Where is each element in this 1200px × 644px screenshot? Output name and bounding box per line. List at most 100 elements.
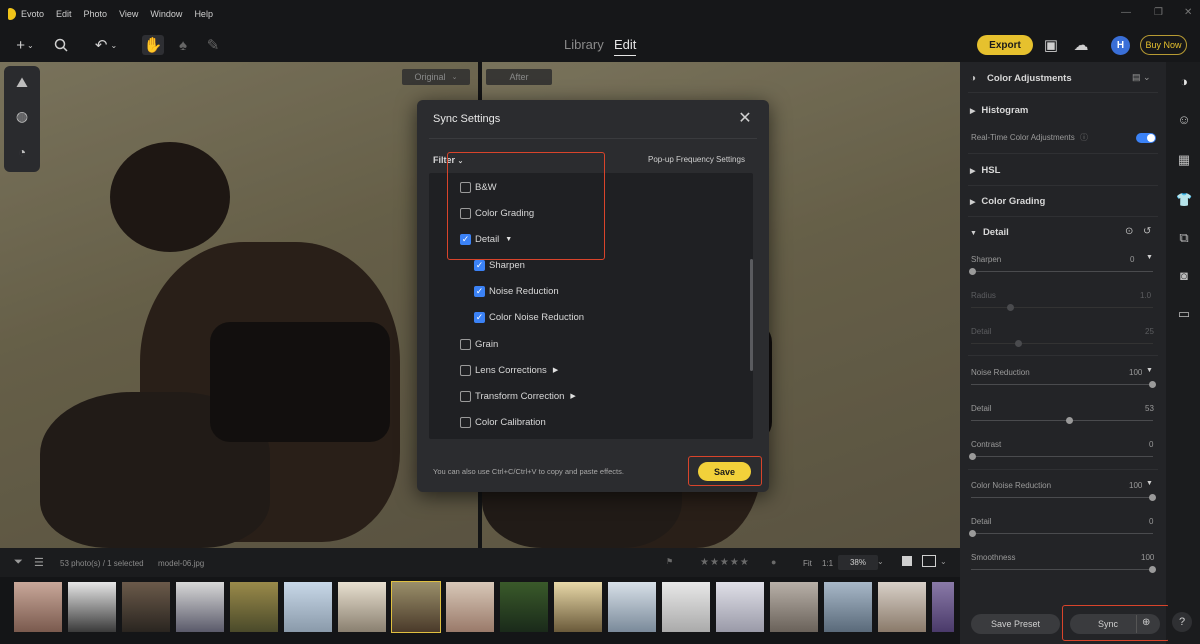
folder-icon[interactable]: ▭ <box>1176 306 1192 322</box>
thumbnail[interactable] <box>68 582 116 632</box>
checkbox-checked[interactable]: ✓ <box>474 311 485 323</box>
thumbnail[interactable] <box>122 582 170 632</box>
save-preset-button[interactable]: Save Preset <box>971 614 1060 634</box>
one-to-one-button[interactable]: 1:1 <box>822 559 833 568</box>
zoom-select[interactable]: 38% <box>838 555 878 570</box>
detail-section[interactable]: ▼ Detail <box>970 227 1009 238</box>
undo-icon[interactable]: ↶ ⌄ <box>90 35 122 55</box>
brush-icon[interactable]: ✎ <box>202 35 224 55</box>
thumbnail[interactable] <box>500 582 548 632</box>
cnr-detail-value[interactable]: 0 <box>1149 517 1153 526</box>
slider-knob[interactable] <box>969 530 976 537</box>
sync-settings-icon[interactable]: ⊕ <box>1142 617 1150 628</box>
thumbnail[interactable] <box>878 582 926 632</box>
menu-app-name[interactable]: Evoto <box>21 9 44 19</box>
filter-icon[interactable]: ⏷ <box>14 556 23 569</box>
help-button[interactable]: ? <box>1172 612 1192 632</box>
slider-knob[interactable] <box>1149 381 1156 388</box>
nr-contrast-slider[interactable] <box>969 453 1153 460</box>
sync-item-transform-correction[interactable]: Transform Correction ▶ <box>460 387 576 405</box>
crop-icon[interactable]: ⧉ <box>1176 230 1192 246</box>
cnr-detail-slider[interactable] <box>969 530 1153 537</box>
thumbnail[interactable] <box>608 582 656 632</box>
cloud-icon[interactable]: ☁ <box>1070 35 1092 55</box>
thumbnail[interactable] <box>662 582 710 632</box>
close-window-icon[interactable]: ✕ <box>1184 7 1192 18</box>
scrollbar[interactable] <box>750 259 753 371</box>
filmstrip[interactable] <box>0 577 960 644</box>
sharpen-value[interactable]: 0 <box>1130 255 1134 264</box>
hsl-section[interactable]: ▶ HSL <box>970 165 1000 176</box>
rating-stars[interactable]: ★★★★★ <box>700 557 750 568</box>
share-icon[interactable]: ▣ <box>1040 35 1062 55</box>
menu-help[interactable]: Help <box>194 9 213 19</box>
noise-reduction-slider[interactable] <box>971 381 1156 388</box>
add-icon[interactable]: + ⌄ <box>10 35 40 55</box>
checkbox[interactable] <box>460 390 471 402</box>
thumbnail[interactable] <box>284 582 332 632</box>
sync-item-grain[interactable]: Grain <box>460 335 498 353</box>
thumbnail[interactable] <box>716 582 764 632</box>
dropdown-triangle-icon[interactable]: ▼ <box>1146 367 1153 374</box>
thumbnail[interactable] <box>770 582 818 632</box>
view-edit-tab[interactable]: Edit <box>614 37 637 56</box>
close-icon[interactable]: ✕ <box>735 109 755 129</box>
sort-icon[interactable]: ☰ <box>34 556 44 569</box>
thumbnail[interactable] <box>176 582 224 632</box>
popup-frequency-link[interactable]: Pop-up Frequency Settings <box>648 155 745 164</box>
thumbnail[interactable] <box>446 582 494 632</box>
history-icon[interactable]: ◔ <box>13 144 31 162</box>
sync-item-color-noise-reduction[interactable]: ✓ Color Noise Reduction <box>474 308 584 326</box>
sync-item-color-calibration[interactable]: Color Calibration <box>460 413 546 431</box>
thumbnail[interactable] <box>932 582 954 632</box>
reset-icon[interactable]: ↺ <box>1143 226 1151 237</box>
slider-knob[interactable] <box>1066 417 1073 424</box>
checkbox[interactable] <box>460 338 471 350</box>
thumbnail[interactable] <box>824 582 872 632</box>
noise-reduction-value[interactable]: 100 <box>1129 368 1142 377</box>
sharpen-slider[interactable] <box>969 268 1153 275</box>
sync-item-lens-corrections[interactable]: Lens Corrections ▶ <box>460 361 558 379</box>
target-icon[interactable]: ⊙ <box>1125 226 1133 237</box>
info-icon[interactable]: ⓘ <box>1080 132 1088 143</box>
color-label-icon[interactable]: ● <box>771 557 776 567</box>
nr-detail-value[interactable]: 53 <box>1145 404 1154 413</box>
buy-now-button[interactable]: Buy Now <box>1140 35 1187 55</box>
checkbox[interactable] <box>460 364 471 376</box>
slider-knob[interactable] <box>1149 494 1156 501</box>
thumbnail[interactable] <box>14 582 62 632</box>
save-button[interactable]: Save <box>698 462 751 481</box>
dropdown-triangle-icon[interactable]: ▼ <box>1146 480 1153 487</box>
export-button[interactable]: Export <box>977 35 1033 55</box>
color-grading-section[interactable]: ▶ Color Grading <box>970 196 1045 207</box>
thumbnail[interactable] <box>554 582 602 632</box>
expand-right-icon[interactable]: ▶ <box>570 392 575 400</box>
view-library-tab[interactable]: Library <box>564 37 604 52</box>
thumbnail[interactable] <box>338 582 386 632</box>
smoothness-value[interactable]: 100 <box>1141 553 1154 562</box>
portrait-icon[interactable]: ⛰ <box>13 74 31 92</box>
chevron-down-icon[interactable]: ⌄ <box>877 557 884 566</box>
menu-window[interactable]: Window <box>150 9 182 19</box>
maximize-icon[interactable]: ❐ <box>1154 7 1163 18</box>
color-noise-reduction-slider[interactable] <box>971 494 1156 501</box>
slider-knob[interactable] <box>969 268 976 275</box>
texture-icon[interactable]: ◍ <box>13 108 31 126</box>
camera-icon[interactable]: ◙ <box>1176 268 1192 284</box>
nr-contrast-value[interactable]: 0 <box>1149 440 1153 449</box>
menu-view[interactable]: View <box>119 9 138 19</box>
realtime-toggle[interactable] <box>1136 133 1156 143</box>
chevron-down-icon[interactable]: ⌄ <box>940 557 947 566</box>
minimize-icon[interactable]: — <box>1121 7 1131 18</box>
checkbox-checked[interactable]: ✓ <box>474 259 485 271</box>
slider-knob[interactable] <box>1149 566 1156 573</box>
color-adjust-icon[interactable]: ◑ <box>1176 74 1192 90</box>
nr-detail-slider[interactable] <box>971 417 1153 424</box>
avatar[interactable]: H <box>1111 36 1130 55</box>
fit-button[interactable]: Fit <box>803 559 812 568</box>
checkbox[interactable] <box>460 416 471 428</box>
smoothness-slider[interactable] <box>971 566 1156 573</box>
clothing-icon[interactable]: 👕 <box>1176 192 1192 208</box>
background-icon[interactable]: ▦ <box>1176 152 1192 168</box>
menu-edit[interactable]: Edit <box>56 9 72 19</box>
